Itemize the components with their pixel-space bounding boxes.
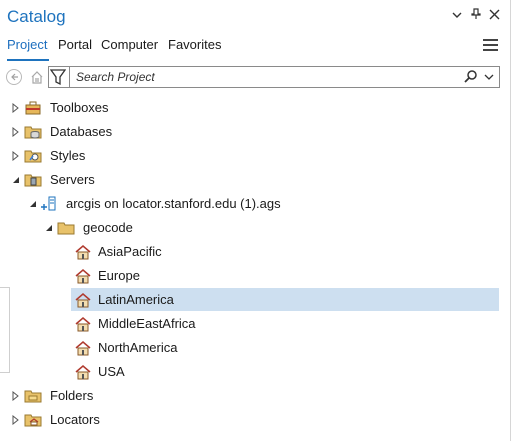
locator-house-icon: [75, 245, 91, 260]
filter-icon: [49, 69, 67, 86]
collapse-arrow-icon[interactable]: [28, 199, 38, 209]
expand-arrow-icon[interactable]: [11, 127, 21, 137]
tree-item-locator[interactable]: AsiaPacific: [0, 240, 510, 264]
tab-bar: Project Portal Computer Favorites: [0, 34, 510, 60]
collapse-arrow-icon[interactable]: [44, 223, 54, 233]
options-dropdown-button[interactable]: [449, 8, 465, 24]
tree-item-label: geocode: [83, 220, 133, 235]
search-toolbar: [0, 66, 510, 90]
tree-item-label: NorthAmerica: [98, 340, 178, 355]
tab-portal[interactable]: Portal: [58, 37, 92, 52]
tree-item-databases[interactable]: Databases: [0, 120, 510, 144]
search-separator: [69, 67, 70, 87]
tree-item-label: AsiaPacific: [98, 244, 162, 259]
tab-favorites[interactable]: Favorites: [168, 37, 221, 52]
tree-item-server-connection[interactable]: arcgis on locator.stanford.edu (1).ags: [0, 192, 510, 216]
pin-button[interactable]: [468, 8, 484, 24]
locators-folder-icon: [24, 414, 42, 427]
tree-item-geocode[interactable]: geocode: [0, 216, 510, 240]
back-button[interactable]: [6, 69, 22, 85]
tree-item-label: Europe: [98, 268, 140, 283]
tree-item-locator[interactable]: USA: [0, 360, 510, 384]
tree-item-label: LatinAmerica: [98, 292, 174, 307]
tree-item-locator-selected[interactable]: LatinAmerica: [0, 288, 510, 312]
tree-item-locator[interactable]: NorthAmerica: [0, 336, 510, 360]
expand-arrow-icon[interactable]: [11, 103, 21, 113]
servers-folder-icon: [24, 174, 42, 187]
tree-item-locator[interactable]: MiddleEastAfrica: [0, 312, 510, 336]
tree-item-label: Folders: [50, 388, 94, 403]
chevron-down-icon: [484, 74, 494, 80]
search-box: [48, 66, 500, 88]
search-options-dropdown[interactable]: [483, 69, 499, 85]
expand-arrow-icon[interactable]: [11, 415, 21, 425]
pane-title: Catalog: [7, 7, 66, 26]
locator-house-icon: [75, 293, 91, 308]
pin-icon: [471, 8, 481, 19]
active-tab-indicator: [7, 59, 49, 61]
tab-project[interactable]: Project: [7, 37, 47, 52]
tree-item-label: MiddleEastAfrica: [98, 316, 196, 331]
tree-item-servers[interactable]: Servers: [0, 168, 510, 192]
folders-icon: [24, 390, 42, 403]
filter-button[interactable]: [49, 68, 67, 86]
toolbox-icon: [25, 101, 41, 115]
adjacent-panel-edge: [0, 287, 10, 373]
tab-computer[interactable]: Computer: [101, 37, 158, 52]
tree-item-label: Databases: [50, 124, 113, 139]
database-folder-icon: [24, 126, 42, 139]
tree-item-folders[interactable]: Folders: [0, 384, 510, 408]
home-icon: [31, 71, 43, 84]
tree-item-label: Styles: [50, 148, 86, 163]
locator-house-icon: [75, 269, 91, 284]
search-icon: [464, 70, 477, 83]
tree-item-label: Toolboxes: [50, 100, 109, 115]
title-bar: Catalog: [0, 0, 510, 34]
server-connection-icon: [41, 196, 56, 211]
tree-item-locator[interactable]: Europe: [0, 264, 510, 288]
catalog-pane: Catalog Project Portal Computer Favorite…: [0, 0, 511, 441]
folder-icon: [57, 222, 75, 235]
locator-house-icon: [75, 365, 91, 380]
tree-item-toolboxes[interactable]: Toolboxes: [0, 96, 510, 120]
collapse-arrow-icon[interactable]: [11, 175, 21, 185]
tree-item-label: arcgis on locator.stanford.edu (1).ags: [66, 196, 281, 211]
chevron-down-icon: [452, 12, 462, 18]
menu-button[interactable]: [483, 39, 498, 53]
close-icon: [489, 9, 499, 20]
tree-item-label: USA: [98, 364, 125, 379]
locator-house-icon: [75, 341, 91, 356]
search-button[interactable]: [463, 69, 479, 85]
home-button[interactable]: [30, 69, 44, 85]
hamburger-icon: [483, 39, 498, 41]
expand-arrow-icon[interactable]: [11, 151, 21, 161]
close-button[interactable]: [486, 8, 502, 24]
back-arrow-icon: [11, 73, 18, 81]
hamburger-icon-line: [483, 49, 498, 51]
tree-item-styles[interactable]: Styles: [0, 144, 510, 168]
tree-item-label: Locators: [50, 412, 100, 427]
hamburger-icon-line: [483, 44, 498, 46]
search-input[interactable]: [76, 69, 436, 85]
locator-house-icon: [75, 317, 91, 332]
expand-arrow-icon[interactable]: [11, 391, 21, 401]
styles-folder-icon: [24, 150, 42, 163]
tree-item-locators[interactable]: Locators: [0, 408, 510, 432]
tree-item-label: Servers: [50, 172, 95, 187]
